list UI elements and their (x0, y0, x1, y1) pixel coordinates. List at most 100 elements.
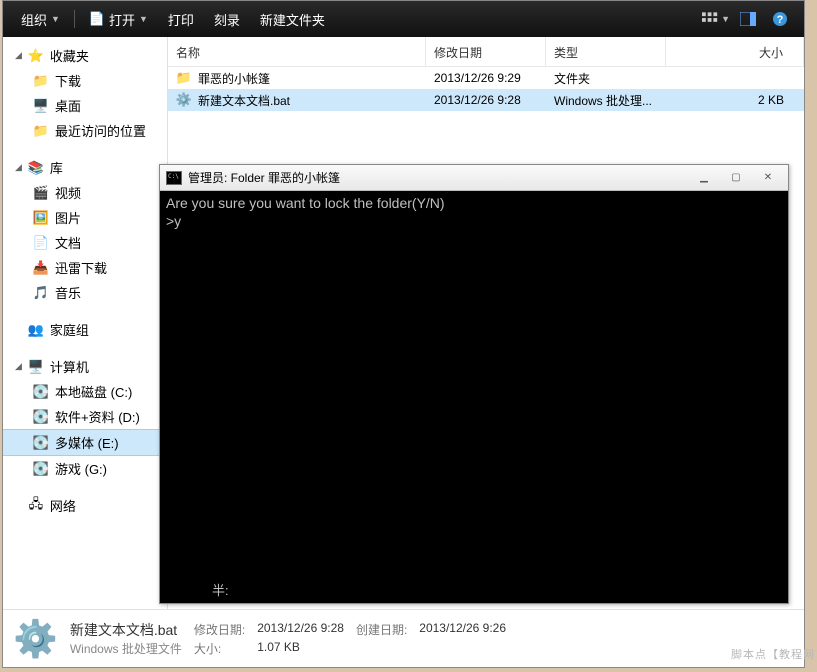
separator (74, 10, 75, 28)
organize-button[interactable]: 组织 ▼ (11, 6, 70, 33)
open-button[interactable]: 📄打开 ▼ (79, 6, 158, 33)
sidebar-item-drive-e[interactable]: 💽多媒体 (E:) (3, 429, 167, 456)
maximize-button[interactable]: ▢ (722, 170, 750, 186)
file-size: 2 KB (666, 86, 804, 114)
favorites-header[interactable]: ◢ ⭐ 收藏夹 (3, 43, 167, 68)
sidebar-item-drive-c[interactable]: 💽 本地磁盘 (C:) (3, 379, 167, 404)
favorites-label: 收藏夹 (50, 46, 89, 65)
libraries-header[interactable]: ◢ 📚 库 (3, 155, 167, 180)
newfolder-button[interactable]: 新建文件夹 (250, 6, 335, 33)
sidebar-item-thunder[interactable]: 📥 迅雷下载 (3, 255, 167, 280)
gear-icon: ⚙️ (13, 618, 58, 660)
burn-button[interactable]: 刻录 (204, 6, 250, 33)
picture-icon: 🖼️ (33, 210, 49, 226)
item-label: 本地磁盘 (C:) (55, 382, 132, 401)
col-name[interactable]: 名称 (168, 37, 426, 66)
watermark: 脚本点【教程网 (731, 646, 815, 662)
toolbar: 组织 ▼ 📄打开 ▼ 打印 刻录 新建文件夹 ▼ ? (3, 1, 804, 37)
nav-pane: ◢ ⭐ 收藏夹 📁 下载 🖥️桌面 📁最近访问的位置 ◢ 📚 库 🎬视频 🖼️图片 📄文档… (3, 37, 168, 609)
drive-icon: 💽 (33, 409, 49, 425)
drive-icon: 💽 (33, 435, 49, 451)
svg-text:?: ? (777, 14, 784, 26)
ime-indicator: 半: (212, 583, 229, 599)
chevron-down-icon: ▼ (139, 14, 148, 24)
libraries-label: 库 (50, 158, 63, 177)
sidebar-item-drive-d[interactable]: 💽软件+资料 (D:) (3, 404, 167, 429)
item-label: 音乐 (55, 283, 81, 302)
cmd-title: 管理员: Folder 罪恶的小帐篷 (188, 169, 340, 186)
computer-icon: 🖥️ (28, 359, 44, 375)
view-options-button[interactable]: ▼ (702, 8, 730, 30)
document-icon: 📄 (33, 235, 49, 251)
help-button[interactable]: ? (766, 8, 794, 30)
col-date[interactable]: 修改日期 (426, 37, 546, 66)
expand-icon: ◢ (15, 162, 22, 173)
detail-type: Windows 批处理文件 (70, 640, 182, 657)
sidebar-item-documents[interactable]: 📄文档 (3, 230, 167, 255)
favorites-group: ◢ ⭐ 收藏夹 📁 下载 🖥️桌面 📁最近访问的位置 (3, 43, 167, 143)
sidebar-item-pictures[interactable]: 🖼️图片 (3, 205, 167, 230)
computer-header[interactable]: ◢ 🖥️ 计算机 (3, 354, 167, 379)
network-label: 网络 (50, 496, 76, 515)
preview-pane-button[interactable] (734, 8, 762, 30)
file-size (666, 71, 804, 85)
sidebar-item-drive-g[interactable]: 💽 游戏 (G:) (3, 456, 167, 481)
open-label: 打开 (109, 10, 135, 29)
cmd-titlebar[interactable]: 管理员: Folder 罪恶的小帐篷 ▁ ▢ ✕ (160, 165, 788, 191)
cmd-window[interactable]: 管理员: Folder 罪恶的小帐篷 ▁ ▢ ✕ Are you sure yo… (159, 164, 789, 604)
close-button[interactable]: ✕ (754, 170, 782, 186)
file-row[interactable]: ⚙️新建文本文档.bat 2013/12/26 9:28 Windows 批处理… (168, 89, 804, 111)
open-icon: 📄 (89, 11, 105, 27)
homegroup-group: ◢👥家庭组 (3, 317, 167, 342)
col-size[interactable]: 大小 (666, 37, 804, 66)
item-label: 视频 (55, 183, 81, 202)
value-modified: 2013/12/26 9:28 (257, 621, 344, 638)
sidebar-item-downloads[interactable]: 📁 下载 (3, 68, 167, 93)
file-type: Windows 批处理... (546, 85, 666, 116)
download-icon: 📥 (33, 260, 49, 276)
cmd-console[interactable]: Are you sure you want to lock the folder… (160, 191, 788, 603)
music-icon: 🎵 (33, 285, 49, 301)
cmd-line: Are you sure you want to lock the folder… (166, 195, 445, 211)
item-label: 游戏 (G:) (55, 459, 107, 478)
homegroup-header[interactable]: ◢👥家庭组 (3, 317, 167, 342)
detail-name: 新建文本文档.bat (70, 620, 182, 640)
expand-icon: ◢ (15, 50, 22, 61)
expand-icon: ◢ (15, 361, 22, 372)
organize-label: 组织 (21, 10, 47, 29)
column-headers: 名称 修改日期 类型 大小 (168, 37, 804, 67)
label-modified: 修改日期: (194, 621, 245, 638)
sidebar-item-recent[interactable]: 📁最近访问的位置 (3, 118, 167, 143)
chevron-down-icon: ▼ (51, 14, 60, 24)
details-pane: ⚙️ 新建文本文档.bat Windows 批处理文件 修改日期: 2013/12… (3, 609, 804, 667)
file-name: 罪恶的小帐篷 (198, 70, 270, 87)
network-header[interactable]: ◢🖧网络 (3, 493, 167, 518)
item-label: 迅雷下载 (55, 258, 107, 277)
sidebar-item-music[interactable]: 🎵 音乐 (3, 280, 167, 305)
library-icon: 📚 (28, 160, 44, 176)
computer-label: 计算机 (50, 357, 89, 376)
libraries-group: ◢ 📚 库 🎬视频 🖼️图片 📄文档 📥 迅雷下载 🎵 音乐 (3, 155, 167, 305)
sidebar-item-desktop[interactable]: 🖥️桌面 (3, 93, 167, 118)
folder-icon: 📁 (176, 70, 192, 86)
minimize-button[interactable]: ▁ (690, 170, 718, 186)
network-group: ◢🖧网络 (3, 493, 167, 518)
bat-icon: ⚙️ (176, 92, 192, 108)
drive-icon: 💽 (33, 461, 49, 477)
item-label: 下载 (55, 71, 81, 90)
star-icon: ⭐ (28, 48, 44, 64)
file-name: 新建文本文档.bat (198, 92, 290, 109)
folder-icon: 📁 (33, 73, 49, 89)
print-button[interactable]: 打印 (158, 6, 204, 33)
file-date: 2013/12/26 9:28 (426, 86, 546, 114)
label-created: 创建日期: (356, 621, 407, 638)
homegroup-icon: 👥 (28, 322, 44, 338)
sidebar-item-videos[interactable]: 🎬视频 (3, 180, 167, 205)
value-size: 1.07 KB (257, 640, 344, 657)
label-size: 大小: (194, 640, 245, 657)
value-created: 2013/12/26 9:26 (419, 621, 506, 638)
desktop-icon: 🖥️ (33, 98, 49, 114)
network-icon: 🖧 (28, 498, 44, 514)
drive-icon: 💽 (33, 384, 49, 400)
chevron-down-icon: ▼ (721, 14, 730, 24)
